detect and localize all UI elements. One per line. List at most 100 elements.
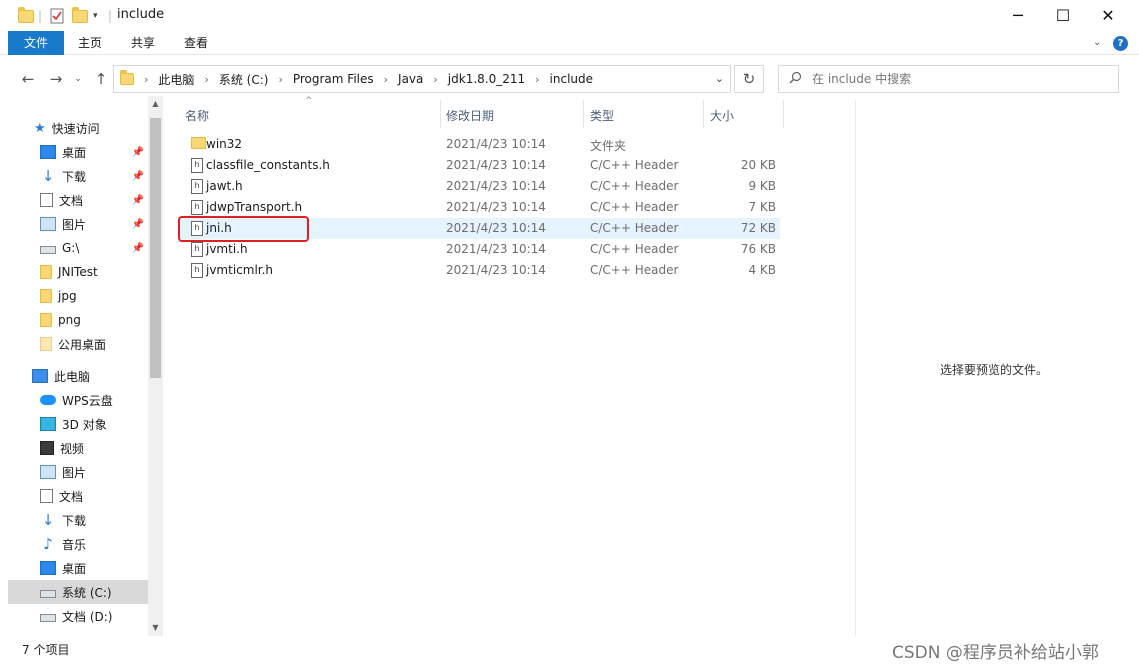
close-button[interactable]: ✕ [1085,0,1131,31]
pin-icon[interactable]: 📌 [132,243,144,254]
nav-item-public-desktop[interactable]: 公用桌面 [8,332,148,356]
computer-icon [32,369,48,383]
nav-scrollbar[interactable]: ▲ ▼ [148,96,163,636]
pin-icon[interactable]: 📌 [132,219,144,230]
breadcrumb-include[interactable]: include [550,72,593,86]
maximize-button[interactable]: ☐ [1040,0,1086,31]
desktop-icon [40,145,56,159]
nav-item-documents-pc[interactable]: 文档 [8,484,148,508]
nav-label: jpg [58,289,77,303]
column-divider[interactable] [583,100,584,128]
column-divider[interactable] [440,100,441,128]
folder-icon [40,265,52,279]
properties-icon[interactable] [50,6,64,26]
chevron-right-icon[interactable]: › [144,73,148,86]
pin-icon[interactable]: 📌 [132,147,144,158]
refresh-button[interactable]: ↻ [734,65,764,93]
drive-icon [40,590,56,598]
file-size: 76 KB [740,242,776,256]
nav-this-pc[interactable]: 此电脑 [8,364,148,388]
recent-locations-icon[interactable]: ⌄ [67,68,89,90]
nav-item-3d-objects[interactable]: 3D 对象 [8,412,148,436]
file-row[interactable]: h jawt.h 2021/4/23 10:14 C/C++ Header 9 … [180,176,780,197]
file-size: 20 KB [740,158,776,172]
address-bar[interactable]: › 此电脑 › 系统 (C:) › Program Files › Java ›… [113,65,731,93]
preview-divider[interactable] [855,100,856,636]
search-box[interactable] [778,65,1119,93]
nav-item-documents-d[interactable]: 文档 (D:) [8,604,148,628]
expand-ribbon-icon[interactable]: ⌄ [1093,37,1101,48]
nav-label: 桌面 [62,145,87,160]
nav-item-desktop-pc[interactable]: 桌面 [8,556,148,580]
tab-file[interactable]: 文件 [8,31,64,55]
scroll-up-icon[interactable]: ▲ [148,96,163,111]
nav-item-wps-cloud[interactable]: WPS云盘 [8,388,148,412]
back-button[interactable]: ← [17,68,39,90]
tab-home[interactable]: 主页 [72,31,108,55]
column-header-name[interactable]: 名称 [185,100,209,130]
column-header-size[interactable]: 大小 [710,100,734,130]
scroll-down-icon[interactable]: ▼ [148,620,163,635]
breadcrumb-system-c[interactable]: 系统 (C:) [219,71,269,88]
file-row[interactable]: h jvmti.h 2021/4/23 10:14 C/C++ Header 7… [180,239,780,260]
pin-icon[interactable]: 📌 [132,171,144,182]
nav-item-downloads[interactable]: ↓ 下载 📌 [8,164,148,188]
search-input[interactable] [812,72,1092,86]
nav-quick-access[interactable]: ★ 快速访问 [8,116,148,140]
chevron-down-icon[interactable]: ⌄ [715,72,724,85]
nav-item-png[interactable]: png [8,308,148,332]
file-name: jawt.h [206,179,243,193]
nav-item-downloads-pc[interactable]: ↓ 下载 [8,508,148,532]
file-type: 文件夹 [590,139,627,153]
nav-item-jnitest[interactable]: JNITest [8,260,148,284]
search-icon [789,71,802,87]
video-icon [40,441,54,455]
column-header-modified[interactable]: 修改日期 [446,100,494,130]
chevron-right-icon[interactable]: › [535,73,539,86]
chevron-right-icon[interactable]: › [384,73,388,86]
preview-message: 选择要预览的文件。 [940,363,1049,377]
breadcrumb-this-pc[interactable]: 此电脑 [158,71,194,88]
file-modified: 2021/4/23 10:14 [446,179,546,193]
nav-label: 3D 对象 [62,417,107,432]
nav-item-jpg[interactable]: jpg [8,284,148,308]
nav-item-desktop[interactable]: 桌面 📌 [8,140,148,164]
breadcrumb-jdk[interactable]: jdk1.8.0_211 [448,72,525,86]
new-folder-icon[interactable] [72,6,88,26]
up-button[interactable]: ↑ [90,68,112,90]
nav-item-music[interactable]: ♪ 音乐 [8,532,148,556]
tab-view[interactable]: 查看 [178,31,214,55]
chevron-right-icon[interactable]: › [204,73,208,86]
nav-item-pictures[interactable]: 图片 📌 [8,212,148,236]
folder-icon [40,337,52,351]
breadcrumb-program-files[interactable]: Program Files [293,72,374,86]
help-icon[interactable]: ? [1113,36,1128,51]
nav-item-documents[interactable]: 文档 📌 [8,188,148,212]
nav-label: 文档 [59,193,84,208]
ribbon-tabs: 文件 主页 共享 查看 [0,31,1139,55]
file-row[interactable]: h classfile_constants.h 2021/4/23 10:14 … [180,155,780,176]
file-row[interactable]: h jdwpTransport.h 2021/4/23 10:14 C/C++ … [180,197,780,218]
nav-item-videos[interactable]: 视频 [8,436,148,460]
minimize-button[interactable]: ─ [995,0,1041,31]
nav-item-pictures-pc[interactable]: 图片 [8,460,148,484]
nav-item-system-c[interactable]: 系统 (C:) [8,580,148,604]
nav-label: 下载 [62,169,87,184]
nav-item-g-drive[interactable]: G:\ 📌 [8,236,148,260]
column-divider[interactable] [783,100,784,128]
forward-button[interactable]: → [45,68,67,90]
chevron-right-icon[interactable]: › [433,73,437,86]
file-row[interactable]: win32 2021/4/23 10:14 文件夹 [180,134,780,155]
file-type: C/C++ Header [590,221,679,235]
column-divider[interactable] [703,100,704,128]
nav-label: G:\ [62,241,80,255]
file-row[interactable]: h jvmticmlr.h 2021/4/23 10:14 C/C++ Head… [180,260,780,281]
customize-toolbar-icon[interactable]: ▾ [93,6,98,26]
scroll-thumb[interactable] [150,118,161,378]
folder-icon [191,137,206,149]
breadcrumb-java[interactable]: Java [398,72,423,86]
column-header-type[interactable]: 类型 [590,100,614,130]
chevron-right-icon[interactable]: › [278,73,282,86]
tab-share[interactable]: 共享 [125,31,161,55]
pin-icon[interactable]: 📌 [132,195,144,206]
